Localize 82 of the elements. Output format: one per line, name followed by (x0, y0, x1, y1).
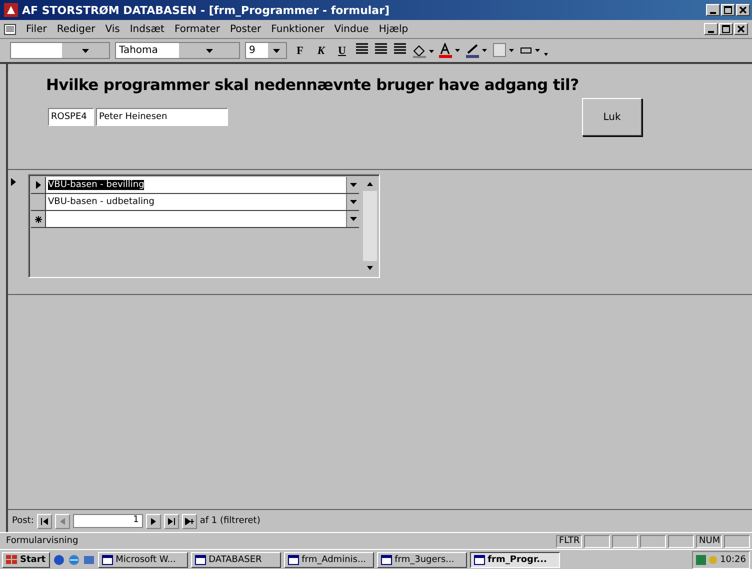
last-record-button[interactable] (164, 514, 179, 528)
current-record-icon (36, 181, 40, 189)
windows-logo-icon (6, 554, 18, 565)
form-icon (380, 554, 392, 564)
form-heading: Hvilke programmer skal nedennævnte bruger have adgang til? (46, 76, 580, 94)
menu-item[interactable]: Filer (26, 24, 47, 34)
status-panel (668, 534, 694, 548)
last-icon (168, 518, 175, 524)
menu-item[interactable]: Formater (174, 24, 220, 34)
menu-item[interactable]: Vis (105, 24, 120, 34)
quick-launch-icon[interactable] (82, 554, 95, 566)
new-record-button[interactable] (182, 514, 197, 528)
new-record-icon (184, 518, 194, 524)
user-id-field[interactable]: ROSPE4 (48, 108, 94, 126)
first-record-button[interactable] (36, 514, 52, 528)
app-icon (4, 3, 18, 17)
form-icon (288, 554, 299, 564)
menu-item[interactable]: Indsæt (130, 24, 164, 34)
maximize-icon[interactable] (721, 4, 735, 16)
border-icon[interactable] (493, 43, 515, 58)
record-count: af 1 (filtreret) (200, 516, 260, 526)
menu-item[interactable]: Funktioner (271, 24, 324, 34)
record-number-field[interactable]: 1 (72, 514, 143, 528)
minimize-icon[interactable] (706, 4, 720, 16)
status-indicator: FLTR (556, 534, 582, 548)
format-button[interactable]: K (313, 42, 329, 59)
record-label: Post: (12, 516, 34, 526)
dropdown-arrow-icon[interactable] (82, 48, 89, 52)
taskbar-button[interactable]: frm_3ugers... (376, 552, 467, 568)
status-indicator: NUM (696, 534, 722, 548)
dropdown-arrow-icon[interactable] (350, 200, 356, 204)
fill-color-icon[interactable] (412, 44, 434, 58)
menu-item[interactable]: Poster (230, 24, 262, 34)
form-icon (474, 554, 485, 564)
object-dropdown[interactable] (10, 42, 110, 59)
first-icon (40, 518, 48, 524)
tray-icon[interactable] (696, 554, 706, 564)
scroll-down-icon[interactable] (363, 261, 377, 275)
close-icon[interactable] (734, 23, 748, 35)
font-size-dropdown[interactable]: 9 (245, 42, 287, 59)
user-name-field[interactable]: Peter Heinesen (96, 108, 228, 126)
status-panel (584, 534, 610, 548)
font-color-icon[interactable] (439, 43, 461, 58)
taskbar-button[interactable]: Microsoft W... (98, 552, 188, 568)
format-button[interactable]: U (334, 42, 350, 59)
next-record-button[interactable] (146, 514, 161, 528)
previous-record-button[interactable] (54, 514, 70, 528)
menu-item[interactable]: Rediger (56, 24, 96, 34)
menu-item[interactable]: Hjælp (378, 24, 408, 34)
scroll-up-icon[interactable] (363, 177, 377, 191)
dropdown-arrow-icon[interactable] (350, 183, 356, 187)
status-panel (640, 534, 666, 548)
status-panel (724, 534, 750, 548)
dropdown-arrow-icon[interactable] (206, 48, 212, 52)
dropdown-arrow-icon[interactable] (273, 48, 280, 52)
current-record-icon[interactable] (10, 178, 16, 186)
quick-launch-icon[interactable] (68, 554, 80, 566)
next-icon (150, 518, 156, 524)
taskbar-button[interactable]: DATABASER (190, 552, 281, 568)
dropdown-arrow-icon[interactable] (350, 217, 356, 221)
maximize-icon[interactable] (719, 23, 733, 35)
start-button[interactable]: Start (2, 552, 50, 568)
minimize-icon[interactable] (704, 23, 718, 35)
new-record-icon (34, 216, 42, 222)
form-icon (194, 554, 206, 564)
taskbar-button[interactable]: frm_Progr... (470, 552, 560, 568)
format-button[interactable]: F (292, 42, 308, 59)
quick-launch-icon[interactable] (52, 554, 65, 566)
status-panel (612, 534, 638, 548)
status-text: Formularvisning (5, 536, 80, 546)
scrollbar[interactable] (363, 177, 377, 275)
form-icon[interactable] (4, 24, 16, 34)
menu-item[interactable]: Vindue (334, 24, 369, 34)
form-icon (102, 554, 113, 564)
line-color-icon[interactable] (466, 43, 488, 58)
clock: 10:26 (720, 554, 746, 564)
close-button[interactable]: Luk (582, 98, 642, 136)
window-title: AF STORSTRØM DATABASEN - [frm_Programmer - formular] (22, 4, 391, 16)
previous-icon (60, 518, 65, 524)
font-dropdown[interactable]: Tahoma (115, 42, 240, 59)
taskbar-button[interactable]: frm_Adminis... (284, 552, 374, 568)
close-icon[interactable] (736, 4, 750, 16)
